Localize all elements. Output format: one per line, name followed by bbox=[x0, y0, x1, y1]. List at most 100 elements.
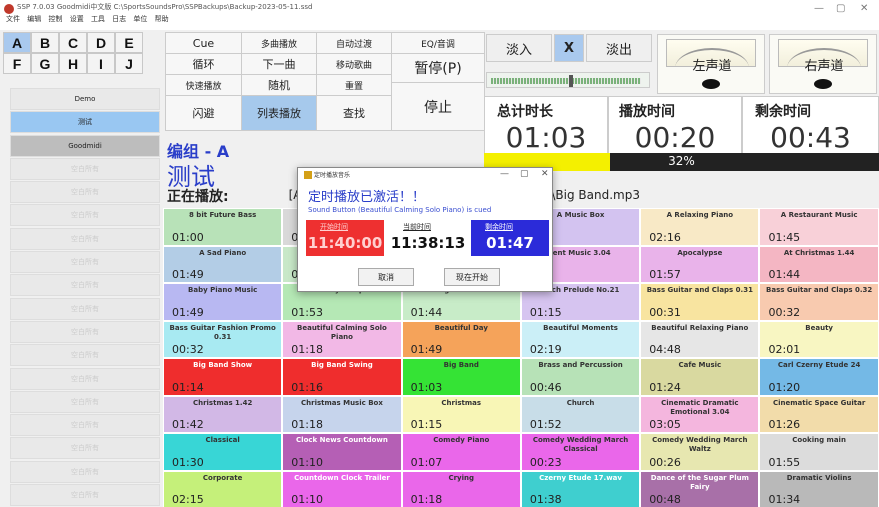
cancel-button[interactable]: 取消 bbox=[358, 268, 414, 286]
stop-button[interactable]: 停止 bbox=[391, 82, 485, 131]
sound-button[interactable]: Cooking main 01:55 bbox=[759, 433, 879, 471]
sound-button[interactable]: Christmas Music Box 01:18 bbox=[282, 395, 402, 433]
sound-button[interactable]: Classical 01:30 bbox=[163, 433, 283, 471]
loop-button[interactable]: 循环 bbox=[165, 53, 242, 75]
right-channel-knob[interactable] bbox=[814, 79, 832, 89]
sound-button[interactable]: 8 bit Future Bass 01:00 bbox=[163, 208, 283, 246]
sound-button[interactable]: A Restaurant Music 01:45 bbox=[759, 208, 879, 246]
fade-in-button[interactable]: 淡入 bbox=[486, 34, 552, 62]
auto-fade-button[interactable]: 自动过渡 bbox=[316, 32, 392, 54]
cue-button[interactable]: Cue bbox=[165, 32, 242, 54]
letter-d-button[interactable]: D bbox=[87, 32, 115, 53]
sound-button[interactable]: Corporate 02:15 bbox=[163, 470, 283, 507]
sound-button[interactable]: Czerny Etude 17.wav 01:38 bbox=[520, 470, 641, 507]
sound-button[interactable]: Bass Guitar and Claps 0.31 00:31 bbox=[640, 283, 760, 321]
list-play-button[interactable]: 列表播放 bbox=[241, 95, 317, 131]
dialog-close-button[interactable]: ✕ bbox=[541, 169, 549, 179]
sound-button[interactable]: A Relaxing Piano 02:16 bbox=[640, 208, 760, 246]
letter-f-button[interactable]: F bbox=[3, 53, 31, 74]
group-item[interactable]: 空白所有 bbox=[10, 414, 160, 437]
menu-control[interactable]: 控制 bbox=[48, 15, 62, 23]
random-button[interactable]: 随机 bbox=[241, 74, 317, 96]
menu-help[interactable]: 帮助 bbox=[155, 15, 169, 23]
sound-button[interactable]: Big Band Swing 01:16 bbox=[282, 358, 402, 396]
sound-button[interactable]: Cinematic Dramatic Emotional 3.04 03:05 bbox=[640, 395, 760, 433]
reset-button[interactable]: 重置 bbox=[316, 74, 392, 96]
sound-button[interactable]: Comedy Piano 01:07 bbox=[401, 433, 521, 471]
group-item[interactable]: 空白所有 bbox=[10, 157, 160, 180]
group-item[interactable]: 空白所有 bbox=[10, 367, 160, 390]
group-item[interactable]: 空白所有 bbox=[10, 484, 160, 507]
next-button[interactable]: 下一曲 bbox=[241, 53, 317, 75]
fade-out-button[interactable]: 淡出 bbox=[586, 34, 652, 62]
sound-button[interactable]: Apocalypse 01:57 bbox=[640, 245, 760, 283]
sound-button[interactable]: Beautiful Calming Solo Piano 01:18 bbox=[282, 320, 402, 358]
sound-button[interactable]: Comedy Wedding March Waltz 00:26 bbox=[640, 433, 760, 471]
menu-settings[interactable]: 设置 bbox=[70, 15, 84, 23]
sound-button[interactable]: Baby Piano Music 01:49 bbox=[163, 283, 283, 321]
sound-button[interactable]: Church 01:52 bbox=[520, 395, 641, 433]
group-item[interactable]: 空白所有 bbox=[10, 320, 160, 343]
sound-button[interactable]: Brass and Percussion 00:46 bbox=[520, 358, 641, 396]
move-song-button[interactable]: 移动歌曲 bbox=[316, 53, 392, 75]
sound-button[interactable]: Christmas 1.42 01:42 bbox=[163, 395, 283, 433]
group-item[interactable]: 空白所有 bbox=[10, 390, 160, 413]
sound-button[interactable]: Countdown Clock Trailer 01:10 bbox=[282, 470, 402, 507]
sound-button[interactable]: Comedy Wedding March Classical 00:23 bbox=[520, 433, 641, 471]
group-item[interactable]: 空白所有 bbox=[10, 251, 160, 274]
menu-tools[interactable]: 工具 bbox=[91, 15, 105, 23]
sound-button[interactable]: Big Band Show 01:14 bbox=[163, 358, 283, 396]
group-item[interactable]: 空白所有 bbox=[10, 204, 160, 227]
group-item[interactable]: 空白所有 bbox=[10, 460, 160, 483]
group-item[interactable]: Demo bbox=[10, 88, 160, 110]
group-item[interactable]: 空白所有 bbox=[10, 274, 160, 297]
sound-button[interactable]: A Sad Piano 01:49 bbox=[163, 245, 283, 283]
sound-button[interactable]: At Christmas 1.44 01:44 bbox=[759, 245, 879, 283]
duck-button[interactable]: 闪避 bbox=[165, 95, 242, 131]
sound-button[interactable]: Carl Czerny Etude 24 01:20 bbox=[759, 358, 879, 396]
menu-log[interactable]: 日志 bbox=[112, 15, 126, 23]
sound-button[interactable]: Dramatic Violins 01:34 bbox=[759, 470, 879, 507]
dialog-minimize-button[interactable]: — bbox=[500, 169, 509, 179]
dialog-maximize-button[interactable]: ▢ bbox=[520, 169, 529, 179]
letter-i-button[interactable]: I bbox=[87, 53, 115, 74]
sound-button[interactable]: Bass Guitar Fashion Promo 0.31 00:32 bbox=[163, 320, 283, 358]
menu-unit[interactable]: 单位 bbox=[133, 15, 147, 23]
pause-button[interactable]: 暂停(P) bbox=[391, 53, 485, 83]
sound-button[interactable]: Clock News Countdown 01:10 bbox=[282, 433, 402, 471]
menu-edit[interactable]: 编辑 bbox=[27, 15, 41, 23]
sound-button[interactable]: Christmas 01:15 bbox=[401, 395, 521, 433]
multi-play-button[interactable]: 多曲播放 bbox=[241, 32, 317, 54]
menu-file[interactable]: 文件 bbox=[6, 15, 20, 23]
slider-knob[interactable] bbox=[569, 75, 573, 87]
sound-button[interactable]: Beautiful Day 01:49 bbox=[401, 320, 521, 358]
quick-play-button[interactable]: 快速播放 bbox=[165, 74, 242, 96]
crossfade-x-button[interactable]: X bbox=[554, 34, 584, 62]
volume-slider[interactable] bbox=[486, 72, 650, 88]
letter-c-button[interactable]: C bbox=[59, 32, 87, 53]
sound-button[interactable]: Beauty 02:01 bbox=[759, 320, 879, 358]
sound-button[interactable]: Beautiful Relaxing Piano 04:48 bbox=[640, 320, 760, 358]
group-item[interactable]: 空白所有 bbox=[10, 344, 160, 367]
sound-button[interactable]: Cinematic Space Guitar 01:26 bbox=[759, 395, 879, 433]
letter-a-button[interactable]: A bbox=[3, 32, 31, 53]
sound-button[interactable]: Beautiful Moments 02:19 bbox=[520, 320, 641, 358]
letter-j-button[interactable]: J bbox=[115, 53, 143, 74]
group-item[interactable]: 空白所有 bbox=[10, 181, 160, 204]
sound-button[interactable]: Crying 01:18 bbox=[401, 470, 521, 507]
start-now-button[interactable]: 现在开始 bbox=[444, 268, 500, 286]
eq-button[interactable]: EQ/音调 bbox=[391, 32, 485, 54]
letter-b-button[interactable]: B bbox=[31, 32, 59, 53]
letter-h-button[interactable]: H bbox=[59, 53, 87, 74]
letter-e-button[interactable]: E bbox=[115, 32, 143, 53]
group-item[interactable]: 空白所有 bbox=[10, 297, 160, 320]
group-item[interactable]: 空白所有 bbox=[10, 227, 160, 250]
group-item[interactable]: 测试 bbox=[10, 111, 160, 134]
maximize-button[interactable]: ▢ bbox=[836, 3, 845, 14]
find-button[interactable]: 查找 bbox=[316, 95, 392, 131]
group-item[interactable]: Goodmidi bbox=[10, 134, 160, 157]
sound-button[interactable]: Dance of the Sugar Plum Fairy 00:48 bbox=[640, 470, 760, 507]
left-channel-knob[interactable] bbox=[702, 79, 720, 89]
sound-button[interactable]: Big Band 01:03 bbox=[401, 358, 521, 396]
minimize-button[interactable]: — bbox=[814, 3, 824, 14]
